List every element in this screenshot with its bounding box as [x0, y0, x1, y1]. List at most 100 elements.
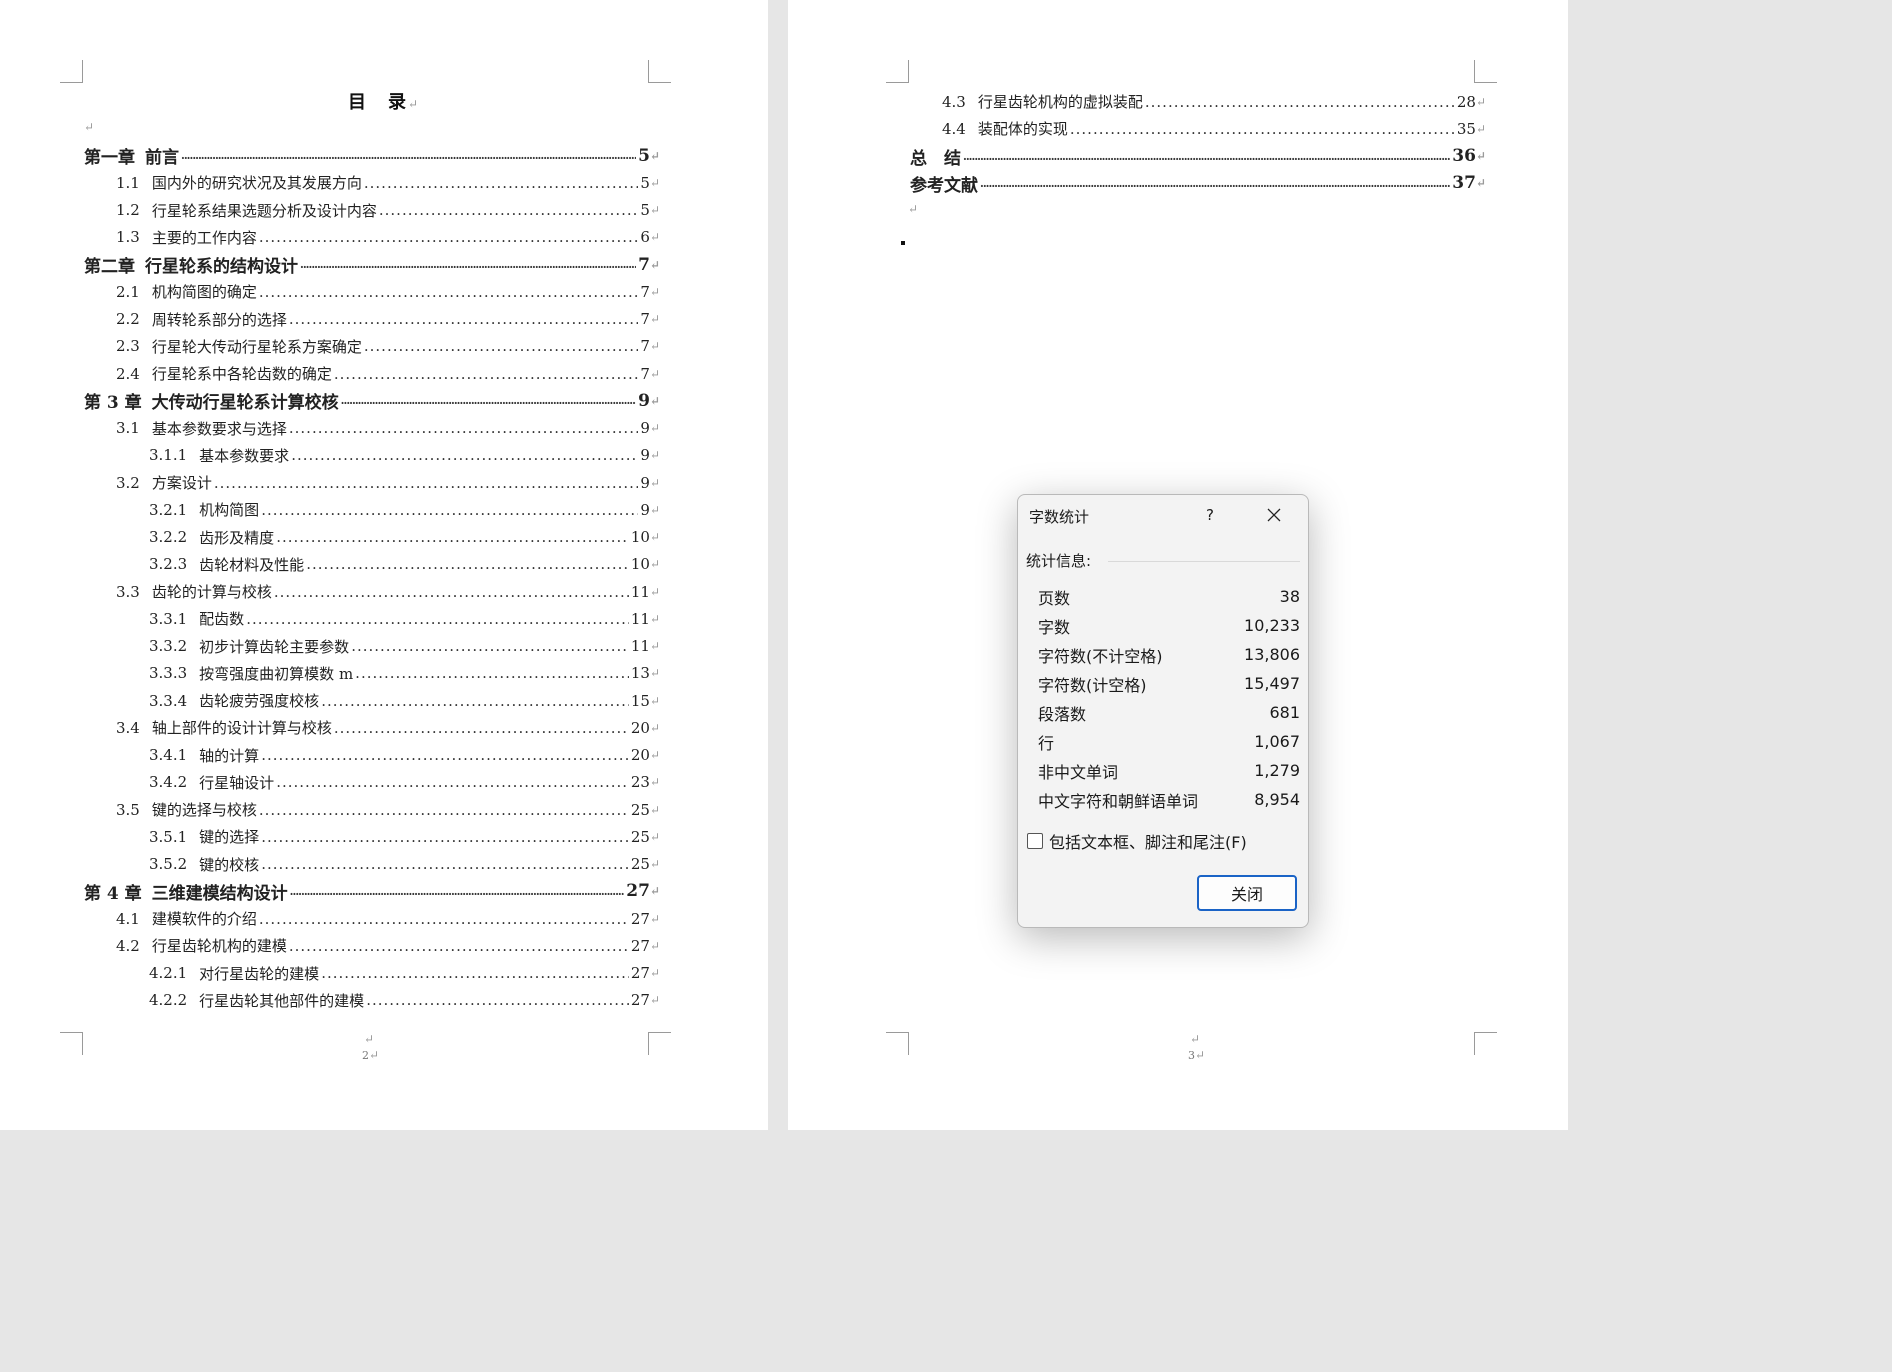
toc-entry[interactable]: 4.3 行星齿轮机构的虚拟装配..........................…: [910, 88, 1486, 115]
toc-entry-page: 9: [640, 419, 650, 438]
close-button[interactable]: 关闭: [1197, 875, 1297, 911]
toc-entry-number: 3.2.1: [149, 500, 188, 519]
statistic-row: 字符数(计空格) 15,497: [1038, 669, 1300, 698]
paragraph-mark: ↵: [649, 257, 660, 272]
toc-leader-dots: ........................................…: [378, 201, 639, 220]
toc-entry[interactable]: 3.5.1 键的选择...............................…: [84, 823, 660, 850]
toc-entry-number: 1.2: [116, 201, 140, 220]
paragraph-mark: ↵: [649, 857, 660, 872]
toc-entry[interactable]: 参考文献....................................…: [910, 170, 1486, 197]
toc-entry[interactable]: 第 3 章大传动行星轮系计算校核........................…: [84, 387, 660, 414]
toc-entry[interactable]: 4.1 建模软件的介绍..............................…: [84, 905, 660, 932]
toc-leader-dots: ........................................…: [366, 991, 629, 1010]
toc-entry[interactable]: 3.3 齿轮的计算与校核.............................…: [84, 578, 660, 605]
include-textboxes-checkbox[interactable]: [1027, 833, 1043, 849]
toc-entry[interactable]: 1.3 主要的工作内容..............................…: [84, 224, 660, 251]
toc-entry[interactable]: 3.5.2 键的校核...............................…: [84, 851, 660, 878]
statistic-value: 1,067: [1254, 732, 1300, 751]
close-icon[interactable]: [1258, 501, 1290, 529]
include-textboxes-option[interactable]: 包括文本框、脚注和尾注(F): [1027, 829, 1247, 853]
paragraph-mark: ↵: [649, 148, 660, 163]
toc-entry[interactable]: 3.2.1 机构简图...............................…: [84, 496, 660, 523]
toc-entry[interactable]: 4.2.2 行星齿轮其他部件的建模........................…: [84, 987, 660, 1014]
toc-entry[interactable]: 第二章 行星轮系的结构设计............................…: [84, 251, 660, 278]
toc-entry[interactable]: 2.3 行星轮大传动行星轮系方案确定.......................…: [84, 333, 660, 360]
statistic-row: 段落数 681: [1038, 698, 1300, 727]
toc-entry[interactable]: 3.1.1 基本参数要求.............................…: [84, 442, 660, 469]
paragraph-mark: ↵: [649, 393, 660, 408]
toc-leader-dots: ........................................…: [288, 936, 629, 955]
toc-leader-dots: ........................................…: [258, 228, 639, 247]
toc-entry[interactable]: 3.3.1 配齿数................................…: [84, 605, 660, 632]
paragraph-mark: ↵: [1475, 121, 1486, 136]
toc-entry-page: 20: [630, 746, 650, 765]
toc-entry[interactable]: 总 结.....................................…: [910, 143, 1486, 170]
toc-entry[interactable]: 3.2 方案设计.................................…: [84, 469, 660, 496]
toc-entry-title: 键的校核: [199, 855, 260, 874]
toc-entry[interactable]: 3.5 键的选择与校核..............................…: [84, 796, 660, 823]
paragraph-mark: ↵: [649, 693, 660, 708]
statistic-label: 页数: [1038, 588, 1071, 608]
paragraph-mark: ↵: [649, 639, 660, 654]
toc-entry[interactable]: 4.4 装配体的实现...............................…: [910, 115, 1486, 142]
toc-entry[interactable]: 3.4.2 行星轴设计..............................…: [84, 769, 660, 796]
toc-entry[interactable]: 2.4 行星轮系中各轮齿数的确定.........................…: [84, 360, 660, 387]
toc-entry-number: 3.3: [116, 582, 140, 601]
paragraph-mark: ↵: [649, 557, 660, 572]
toc-entry-page: 23: [630, 773, 650, 792]
crop-mark: [886, 60, 909, 83]
statistic-value: 38: [1279, 587, 1300, 606]
toc-entry[interactable]: 3.1 基本参数要求与选择............................…: [84, 415, 660, 442]
toc-leader-dots: ........................................…: [363, 337, 639, 356]
toc-entry[interactable]: 4.2.1 对行星齿轮的建模...........................…: [84, 960, 660, 987]
toc-entry-number: 3.2: [116, 473, 140, 492]
toc-leader-dots: ........................................…: [291, 446, 639, 465]
toc-entry[interactable]: 第一章 前言...................................…: [84, 142, 660, 169]
toc-entry[interactable]: 第 4 章三维建模结构设计...........................…: [84, 878, 660, 905]
toc-entry[interactable]: 1.2 行星轮系结果选题分析及设计内容......................…: [84, 197, 660, 224]
toc-entry[interactable]: 3.4 轴上部件的设计计算与校核.........................…: [84, 714, 660, 741]
toc-leader-dots: ........................................…: [246, 609, 629, 628]
toc-entry[interactable]: 3.4.1 轴的计算...............................…: [84, 742, 660, 769]
statistic-value: 13,806: [1244, 645, 1300, 664]
toc-entry[interactable]: 2.2 周转轮系部分的选择............................…: [84, 306, 660, 333]
toc-entry-title: 轴的计算: [199, 746, 260, 765]
statistic-label: 字符数(计空格): [1038, 675, 1147, 695]
toc-entry[interactable]: 2.1 机构简图的确定..............................…: [84, 278, 660, 305]
toc-leader-dots: ........................................…: [1144, 92, 1455, 111]
toc-entry-number: 1.3: [116, 228, 140, 247]
toc-entry-title: 配齿数: [199, 610, 245, 629]
crop-mark: [648, 60, 671, 83]
toc-entry-number: 3.3.2: [149, 637, 188, 656]
toc-entry-page: 20: [630, 718, 650, 737]
toc-entry-title: 行星轮系结果选题分析及设计内容: [151, 201, 377, 220]
toc-leader-dots: ........................................…: [261, 827, 629, 846]
toc-entry-page: 37: [1452, 173, 1476, 194]
toc-leader-dots: ........................................…: [355, 664, 629, 683]
toc-entry-title: 行星轮系的结构设计: [145, 257, 298, 278]
toc-entry-number: 3.2.3: [149, 555, 188, 574]
toc-entry-page: 25: [630, 827, 650, 846]
document-page-2: 目 录↵ ↵ 第一章 前言............................…: [0, 0, 768, 1130]
toc-entry-title: 键的选择: [199, 828, 260, 847]
toc-leader-dots: ........................................…: [333, 364, 639, 383]
toc-entry[interactable]: 3.3.4 齿轮疲劳强度校核...........................…: [84, 687, 660, 714]
toc-entry-page: 36: [1452, 146, 1476, 167]
toc-entry-number: 2.1: [116, 282, 140, 301]
toc-leader-dots: ........................................…: [288, 419, 639, 438]
toc-leader-dots: ........................................…: [288, 310, 639, 329]
statistic-value: 681: [1269, 703, 1300, 722]
toc-entry-number: 3.5.1: [149, 827, 188, 846]
toc-entry[interactable]: 3.2.3 齿轮材料及性能............................…: [84, 551, 660, 578]
toc-entry[interactable]: 4.2 行星齿轮机构的建模............................…: [84, 932, 660, 959]
toc-entry-page: 11: [630, 637, 650, 656]
toc-entry[interactable]: 3.3.2 初步计算齿轮主要参数.........................…: [84, 633, 660, 660]
toc-entry-title: 国内外的研究状况及其发展方向: [151, 174, 362, 193]
toc-entry-page: 6: [640, 228, 650, 247]
toc-entry[interactable]: 3.3.3 按弯强度曲初算模数 m........................…: [84, 660, 660, 687]
help-button[interactable]: ?: [1196, 501, 1224, 529]
toc-entry-title: 机构简图的确定: [151, 283, 257, 302]
paragraph-mark: ↵: [649, 748, 660, 763]
toc-entry[interactable]: 1.1 国内外的研究状况及其发展方向.......................…: [84, 169, 660, 196]
toc-entry[interactable]: 3.2.2 齿形及精度..............................…: [84, 524, 660, 551]
